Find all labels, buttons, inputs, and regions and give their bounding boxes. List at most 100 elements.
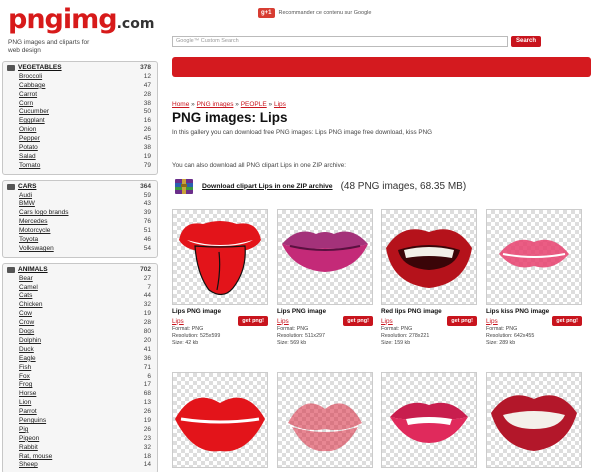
sidebar-item-label: Rabbit — [19, 443, 38, 451]
image-thumbnail[interactable] — [277, 209, 373, 305]
sidebar-categories: VEGETABLES 378 Broccoli 12 Cabbage 47 Carrot 28… — [2, 61, 158, 472]
sidebar-item-label: Mercedes — [19, 218, 48, 226]
sidebar-item[interactable]: Broccoli 12 — [7, 73, 153, 82]
sidebar-item[interactable]: Frog 17 — [7, 381, 153, 390]
category-box-vegetables: VEGETABLES 378 Broccoli 12 Cabbage 47 Carrot 28… — [2, 61, 158, 175]
ad-banner — [172, 57, 591, 77]
sidebar-item-count: 18 — [143, 452, 151, 460]
card-title: Lips PNG image — [172, 308, 222, 315]
breadcrumb-current[interactable]: Lips — [274, 101, 286, 108]
sidebar-item[interactable]: Rabbit 32 — [7, 444, 153, 453]
sidebar-item[interactable]: Sheep 14 — [7, 461, 153, 470]
sidebar-item[interactable]: Horse 68 — [7, 390, 153, 399]
sidebar-item-label: Parrot — [19, 408, 37, 416]
sidebar-item-count: 28 — [143, 319, 151, 327]
sidebar-item-count: 14 — [143, 461, 151, 469]
sidebar-item[interactable]: Mercedes 76 — [7, 218, 153, 227]
category-header[interactable]: CARS 364 — [7, 183, 153, 192]
sidebar-item-label: Toyota — [19, 236, 39, 244]
sidebar-item-label: Chicken — [19, 301, 43, 309]
category-count: 364 — [140, 182, 151, 190]
sidebar-item-label: Motorcycle — [19, 227, 51, 235]
sidebar-item-label: Cow — [19, 310, 33, 318]
breadcrumb-separator: » — [191, 101, 195, 108]
google-plus-button[interactable]: g+1 — [258, 8, 275, 18]
site-tagline: PNG images and cliparts for web design — [8, 39, 90, 54]
sidebar-item[interactable]: Volkswagen 54 — [7, 245, 153, 254]
image-thumbnail[interactable] — [277, 372, 373, 468]
sidebar-item[interactable]: Fox 6 — [7, 373, 153, 382]
image-thumbnail[interactable] — [381, 372, 477, 468]
card-category-link[interactable]: Lips — [486, 318, 498, 325]
site-logo[interactable]: pngimg.com PNG images and cliparts for w… — [8, 6, 158, 54]
sidebar-item[interactable]: Camel 7 — [7, 284, 153, 293]
sidebar-item-count: 71 — [143, 363, 151, 371]
sidebar-item[interactable]: Pepper 45 — [7, 135, 153, 144]
sidebar-item-count: 19 — [143, 310, 151, 318]
sidebar-item-label: Pigeon — [19, 434, 40, 442]
sidebar-item-label: Eagle — [19, 354, 36, 362]
sidebar-item[interactable]: Carrot 28 — [7, 91, 153, 100]
sidebar-item[interactable]: Duck 41 — [7, 346, 153, 355]
breadcrumb-people[interactable]: PEOPLE — [241, 101, 267, 108]
sidebar-item[interactable]: BMW 43 — [7, 200, 153, 209]
sidebar-item-count: 47 — [143, 81, 151, 89]
sidebar-item[interactable]: Corn 38 — [7, 100, 153, 109]
sidebar-item[interactable]: Cow 19 — [7, 310, 153, 319]
sidebar-item[interactable]: Rat, mouse 18 — [7, 453, 153, 462]
search-input[interactable]: Google™ Custom Search — [172, 36, 508, 47]
sidebar-item-label: Salad — [19, 152, 36, 160]
image-thumbnail[interactable] — [486, 372, 582, 468]
card-title: Lips PNG image — [277, 308, 327, 315]
sidebar-item[interactable]: Onion 26 — [7, 126, 153, 135]
sidebar-item[interactable]: Bear 27 — [7, 275, 153, 284]
sidebar-item[interactable]: Crow 28 — [7, 319, 153, 328]
sidebar-item[interactable]: Tomato 79 — [7, 162, 153, 171]
sidebar-item-count: 32 — [143, 443, 151, 451]
sidebar-item[interactable]: Eggplant 16 — [7, 117, 153, 126]
sidebar-item[interactable]: Cucumber 50 — [7, 108, 153, 117]
sidebar-item[interactable]: Salad 19 — [7, 153, 153, 162]
sidebar-item-label: Tomato — [19, 161, 41, 169]
sidebar-item[interactable]: Pig 26 — [7, 426, 153, 435]
get-png-button[interactable]: get png! — [447, 316, 477, 326]
breadcrumb-home[interactable]: Home — [172, 101, 189, 108]
card-category-link[interactable]: Lips — [172, 318, 184, 325]
sidebar-item[interactable]: Cars logo brands 39 — [7, 209, 153, 218]
image-thumbnail[interactable] — [381, 209, 477, 305]
sidebar-item[interactable]: Eagle 36 — [7, 355, 153, 364]
category-header[interactable]: VEGETABLES 378 — [7, 64, 153, 73]
sidebar-item[interactable]: Cabbage 47 — [7, 82, 153, 91]
sidebar-item[interactable]: Lion 13 — [7, 399, 153, 408]
image-thumbnail[interactable] — [486, 209, 582, 305]
sidebar-item[interactable]: Parrot 26 — [7, 408, 153, 417]
image-thumbnail[interactable] — [172, 209, 268, 305]
sidebar-item-count: 32 — [143, 301, 151, 309]
sidebar-item[interactable]: Chicken 32 — [7, 301, 153, 310]
get-png-button[interactable]: get png! — [343, 316, 373, 326]
sidebar-item[interactable]: Cats 44 — [7, 292, 153, 301]
sidebar-item[interactable]: Dolphin 20 — [7, 337, 153, 346]
get-png-button[interactable]: get png! — [552, 316, 582, 326]
folder-icon — [7, 267, 15, 274]
card-category-link[interactable]: Lips — [381, 318, 393, 325]
sidebar-item[interactable]: Fish 71 — [7, 364, 153, 373]
sidebar-item[interactable]: Motorcycle 51 — [7, 227, 153, 236]
sidebar-item[interactable]: Penguins 19 — [7, 417, 153, 426]
red-lips-silhouette-image — [175, 397, 265, 452]
get-png-button[interactable]: get png! — [238, 316, 268, 326]
sidebar-item[interactable]: Pigeon 23 — [7, 435, 153, 444]
sidebar-item[interactable]: Dogs 80 — [7, 328, 153, 337]
breadcrumb-png-images[interactable]: PNG images — [197, 101, 234, 108]
sidebar-item[interactable]: Toyota 46 — [7, 236, 153, 245]
category-header[interactable]: ANIMALS 702 — [7, 266, 153, 275]
sidebar-item[interactable]: Potato 38 — [7, 144, 153, 153]
sidebar-item-count: 23 — [143, 434, 151, 442]
zip-download-link[interactable]: Download clipart Lips in one ZIP archive — [202, 183, 333, 190]
image-thumbnail[interactable] — [172, 372, 268, 468]
sidebar-item[interactable]: Audi 59 — [7, 192, 153, 201]
search-button[interactable]: Search — [511, 36, 541, 47]
pink-kiss-image — [499, 239, 569, 268]
card-resolution: Resolution: 525x599 — [172, 332, 221, 339]
card-category-link[interactable]: Lips — [277, 318, 289, 325]
